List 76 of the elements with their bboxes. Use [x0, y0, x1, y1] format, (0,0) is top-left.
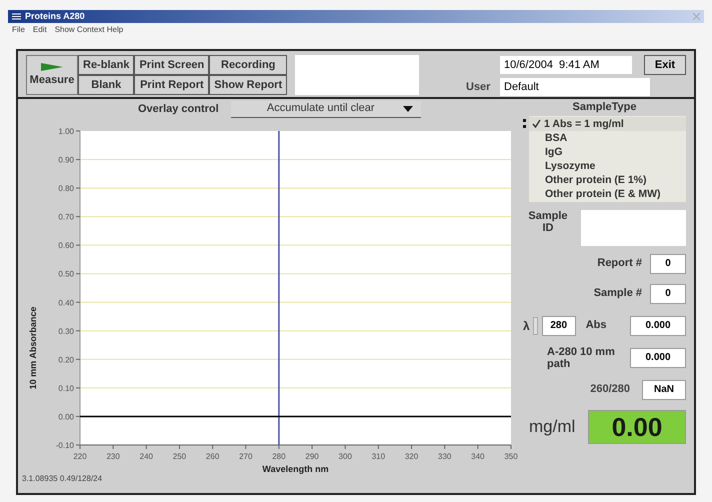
- sample-type-option[interactable]: IgG: [529, 144, 686, 158]
- y-tick-label: -0.10: [56, 441, 74, 450]
- check-icon: [532, 118, 541, 128]
- x-tick-label: 340: [471, 452, 485, 461]
- toolbar-button[interactable]: Print Screen: [134, 55, 210, 75]
- y-tick-label: 0.30: [58, 326, 74, 336]
- x-tick-label: 320: [404, 452, 418, 461]
- user-field[interactable]: Default: [500, 78, 650, 96]
- sample-type-option[interactable]: BSA: [529, 130, 686, 144]
- x-tick-label: 270: [239, 452, 252, 461]
- sample-type-option[interactable]: Other protein (E 1%): [529, 172, 686, 186]
- version-text: 3.1.08935 0.49/128/24: [22, 473, 104, 485]
- value-field[interactable]: 0: [650, 254, 686, 274]
- concentration-display: 0.00: [588, 410, 686, 444]
- exit-button[interactable]: Exit: [644, 55, 686, 75]
- x-axis-title: Wavelength nm: [262, 464, 329, 474]
- y-tick-label: 0.80: [58, 184, 74, 194]
- y-tick-label: 0.70: [58, 212, 74, 222]
- report-number-label: Report #: [597, 256, 642, 272]
- dropdown-arrow-icon: [402, 106, 413, 112]
- x-tick-label: 260: [206, 452, 220, 461]
- value-field[interactable]: 280: [542, 316, 576, 336]
- toolbar-button[interactable]: Print Report: [134, 75, 210, 95]
- x-tick-label: 240: [140, 452, 153, 461]
- y-tick-label: 0.20: [58, 355, 74, 364]
- toolbar-button[interactable]: Show Report: [209, 75, 288, 95]
- menu-item[interactable]: File: [12, 24, 25, 36]
- abs-label: Abs: [586, 318, 606, 334]
- sample-type-option[interactable]: Lysozyme: [529, 158, 686, 172]
- app-icon: [12, 13, 21, 20]
- spinner-control[interactable]: [532, 316, 538, 334]
- window-title: Proteins A280: [25, 10, 85, 23]
- x-tick-label: 290: [305, 452, 319, 461]
- toolbar-button[interactable]: Blank: [78, 75, 134, 95]
- value-field[interactable]: NaN: [642, 380, 686, 400]
- x-tick-label: 300: [338, 452, 352, 461]
- y-tick-label: 0.60: [58, 241, 74, 250]
- x-tick-label: 330: [438, 452, 452, 461]
- sample-type-label: SampleType: [572, 100, 638, 115]
- sample-id-label: Sample ID: [527, 210, 569, 234]
- ratio-label: 260/280: [590, 382, 630, 398]
- sample-number-label: Sample #: [594, 286, 642, 302]
- overlay-label: Overlay control: [138, 102, 219, 117]
- menu-item[interactable]: Edit: [32, 24, 47, 36]
- x-tick-label: 250: [172, 452, 186, 461]
- y-tick-label: 0.40: [58, 298, 74, 308]
- y-axis-title: 10 mm Absorbance: [28, 306, 38, 390]
- datetime-field: 10/6/2004 9:41 AM: [500, 56, 632, 74]
- x-tick-label: 280: [272, 452, 286, 461]
- value-field[interactable]: 0.000: [630, 316, 686, 336]
- measure-button[interactable]: Measure: [26, 55, 78, 95]
- user-label: User: [466, 80, 492, 95]
- sample-id-field[interactable]: [581, 210, 686, 246]
- lambda-label: λ: [523, 318, 530, 334]
- value-field[interactable]: 0: [650, 284, 686, 304]
- x-tick-label: 220: [73, 452, 87, 461]
- sample-type-option[interactable]: 1 Abs = 1 mg/ml: [529, 116, 686, 130]
- sample-type-option[interactable]: Other protein (E & MW): [529, 186, 686, 200]
- y-tick-label: 0.10: [58, 384, 74, 393]
- dots-icon: [523, 118, 527, 130]
- flag-icon: [41, 62, 63, 72]
- y-tick-label: 1.00: [58, 127, 74, 136]
- y-tick-label: 0.00: [58, 412, 74, 422]
- value-field[interactable]: 0.000: [630, 348, 686, 368]
- x-tick-label: 350: [504, 452, 518, 461]
- x-tick-label: 230: [106, 452, 120, 461]
- overlay-dropdown[interactable]: Accumulate until clear: [230, 100, 421, 118]
- toolbar-button[interactable]: Re-blank: [78, 55, 134, 75]
- toolbar-button[interactable]: Recording: [209, 55, 288, 75]
- a280-label: A-280 10 mm path: [547, 346, 616, 370]
- y-tick-label: 0.50: [58, 270, 74, 279]
- menu-item[interactable]: Show Context Help: [54, 24, 124, 36]
- close-icon[interactable]: [693, 13, 700, 20]
- concentration-unit: mg/ml: [529, 416, 576, 438]
- y-tick-label: 0.90: [58, 156, 74, 165]
- x-tick-label: 310: [372, 452, 386, 461]
